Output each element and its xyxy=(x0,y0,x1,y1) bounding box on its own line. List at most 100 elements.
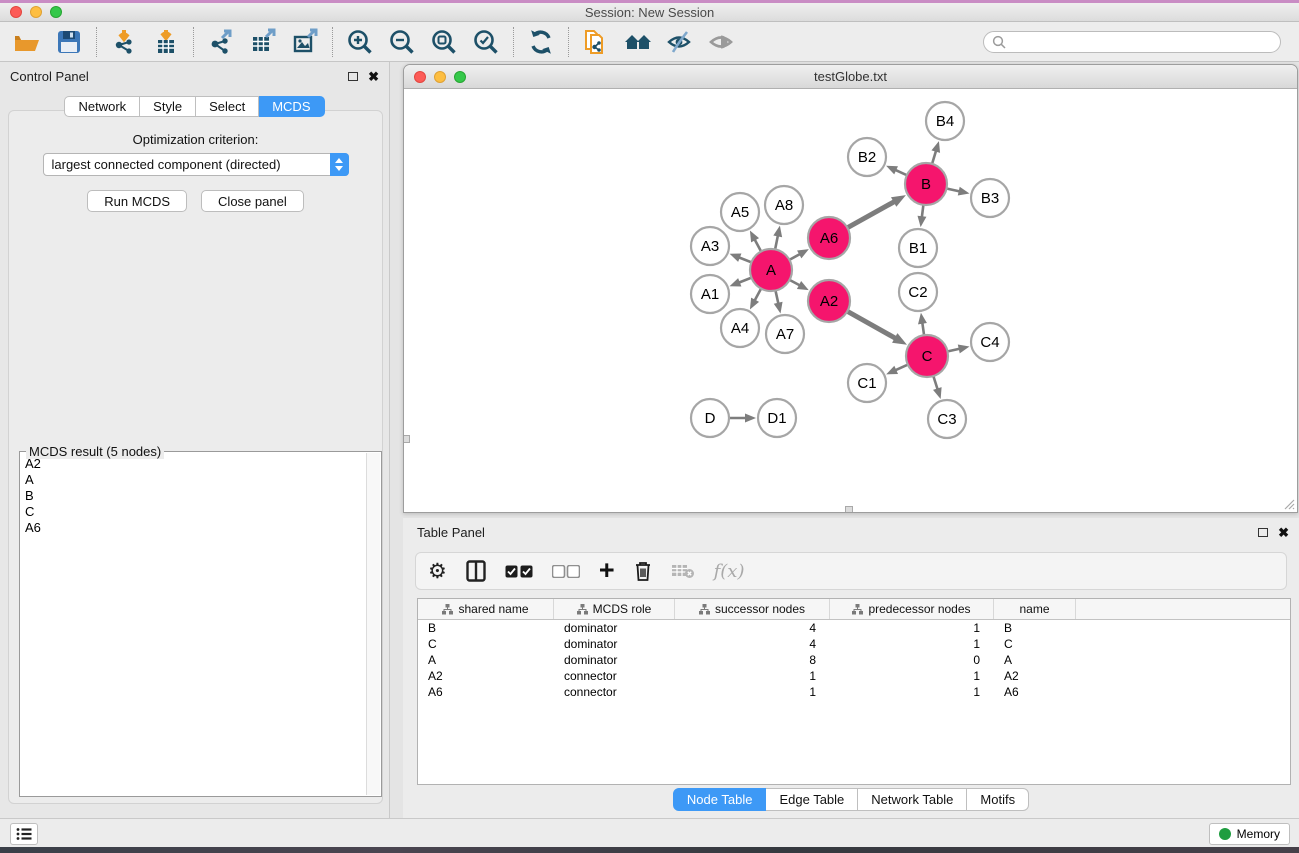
float-panel-icon[interactable] xyxy=(348,72,358,81)
tab-select[interactable]: Select xyxy=(196,96,259,117)
open-folder-icon xyxy=(13,28,41,56)
tab-network[interactable]: Network xyxy=(64,96,140,117)
node-label: A2 xyxy=(820,293,838,310)
export-table-button[interactable] xyxy=(248,27,278,57)
show-details-button[interactable] xyxy=(707,27,737,57)
node-label: A4 xyxy=(731,320,749,337)
result-item[interactable]: A6 xyxy=(25,520,365,536)
result-item[interactable]: C xyxy=(25,504,365,520)
import-table-icon xyxy=(152,28,180,56)
table-row[interactable]: Bdominator41B xyxy=(418,620,1290,636)
node-label: D1 xyxy=(767,410,786,427)
function-builder-icon[interactable]: f(x) xyxy=(714,561,745,582)
export-network-button[interactable] xyxy=(206,27,236,57)
select-all-icon[interactable] xyxy=(505,565,533,578)
clone-network-button[interactable] xyxy=(581,27,611,57)
control-panel-title: Control Panel xyxy=(10,69,89,84)
import-network-button[interactable] xyxy=(109,27,139,57)
column-header-label: MCDS role xyxy=(593,602,652,616)
memory-button[interactable]: Memory xyxy=(1209,823,1290,845)
delete-icon[interactable] xyxy=(634,560,652,582)
home-networks-button[interactable] xyxy=(623,27,653,57)
node-label: D xyxy=(705,410,716,427)
table-row[interactable]: Cdominator41C xyxy=(418,636,1290,652)
column-header-mcds-role[interactable]: MCDS role xyxy=(554,599,675,619)
main-titlebar: Session: New Session xyxy=(0,3,1299,22)
window-edge-handle[interactable] xyxy=(845,506,853,512)
task-history-button[interactable] xyxy=(10,823,38,845)
result-item[interactable]: A xyxy=(25,472,365,488)
table-tabs: Node TableEdge TableNetwork TableMotifs xyxy=(403,788,1299,811)
refresh-button[interactable] xyxy=(526,27,556,57)
resize-grip-icon[interactable] xyxy=(1283,498,1295,510)
session-title: Session: New Session xyxy=(0,5,1299,20)
table-cell: 1 xyxy=(830,621,994,635)
control-panel-header: Control Panel ✖ xyxy=(0,62,389,90)
deselect-all-icon[interactable] xyxy=(552,565,580,578)
control-panel-tabs: NetworkStyleSelectMCDS xyxy=(0,96,389,117)
table-row[interactable]: A6connector11A6 xyxy=(418,684,1290,700)
column-type-icon xyxy=(442,604,453,615)
zoom-fit-button[interactable] xyxy=(429,27,459,57)
network-window-titlebar[interactable]: testGlobe.txt xyxy=(404,65,1297,89)
import-network-icon xyxy=(110,28,138,56)
open-button[interactable] xyxy=(12,27,42,57)
result-item[interactable]: A2 xyxy=(25,456,365,472)
column-header-predecessor-nodes[interactable]: predecessor nodes xyxy=(830,599,994,619)
edge-arrowhead xyxy=(773,226,782,238)
network-canvas[interactable]: B4B2BB3B1A6A8A5A3AA1A4A7A2C2CC1C4C3DD1 xyxy=(404,89,1297,512)
settings-gear-icon[interactable]: ⚙ xyxy=(428,561,447,582)
edge-arrowhead xyxy=(931,141,940,153)
tab-motifs[interactable]: Motifs xyxy=(967,788,1029,811)
optimization-criterion-dropdown[interactable]: largest connected component (directed) xyxy=(43,153,349,176)
save-button[interactable] xyxy=(54,27,84,57)
node-label: B4 xyxy=(936,113,954,130)
zoom-selected-button[interactable] xyxy=(471,27,501,57)
tab-mcds[interactable]: MCDS xyxy=(259,96,324,117)
edge-arrowhead xyxy=(730,254,742,262)
table-cell: 1 xyxy=(830,637,994,651)
result-scrollbar[interactable] xyxy=(366,453,380,795)
node-label: A1 xyxy=(701,286,719,303)
optimization-criterion-label: Optimization criterion: xyxy=(9,132,382,147)
column-header-successor-nodes[interactable]: successor nodes xyxy=(675,599,830,619)
node-table[interactable]: shared name MCDS role successor nodesprede… xyxy=(417,598,1291,785)
table-row[interactable]: Adominator80A xyxy=(418,652,1290,668)
float-panel-icon[interactable] xyxy=(1258,528,1268,537)
close-panel-button[interactable]: Close panel xyxy=(201,190,304,212)
node-label: C xyxy=(922,348,933,365)
zoom-out-button[interactable] xyxy=(387,27,417,57)
tab-network-table[interactable]: Network Table xyxy=(858,788,967,811)
main-toolbar xyxy=(0,22,1299,62)
zoom-in-button[interactable] xyxy=(345,27,375,57)
add-column-icon[interactable]: + xyxy=(599,560,615,582)
mcds-result-box: MCDS result (5 nodes) A2ABCA6 xyxy=(19,451,382,797)
zoom-in-icon xyxy=(346,28,374,56)
search-input[interactable] xyxy=(1011,35,1272,49)
search-field[interactable] xyxy=(983,31,1281,53)
zoom-selected-icon xyxy=(472,28,500,56)
column-selector-icon[interactable] xyxy=(466,560,486,582)
tab-edge-table[interactable]: Edge Table xyxy=(766,788,858,811)
table-panel-header: Table Panel ✖ xyxy=(403,518,1299,546)
tab-style[interactable]: Style xyxy=(140,96,196,117)
delete-table-icon[interactable] xyxy=(671,563,695,579)
mcds-result-list[interactable]: A2ABCA6 xyxy=(22,456,365,794)
tab-node-table[interactable]: Node Table xyxy=(673,788,767,811)
import-table-button[interactable] xyxy=(151,27,181,57)
hide-details-button[interactable] xyxy=(665,27,695,57)
result-item[interactable]: B xyxy=(25,488,365,504)
column-header-shared-name[interactable]: shared name xyxy=(418,599,554,619)
run-mcds-button[interactable]: Run MCDS xyxy=(87,190,187,212)
table-cell: A6 xyxy=(418,685,554,699)
edge-arrowhead xyxy=(958,345,970,354)
column-header-name[interactable]: name xyxy=(994,599,1076,619)
window-edge-handle[interactable] xyxy=(404,435,410,443)
node-label: A xyxy=(766,262,776,279)
export-image-button[interactable] xyxy=(290,27,320,57)
close-panel-icon[interactable]: ✖ xyxy=(368,70,379,83)
table-cell: dominator xyxy=(554,621,675,635)
close-panel-icon[interactable]: ✖ xyxy=(1278,526,1289,539)
refresh-icon xyxy=(527,28,555,56)
table-row[interactable]: A2connector11A2 xyxy=(418,668,1290,684)
